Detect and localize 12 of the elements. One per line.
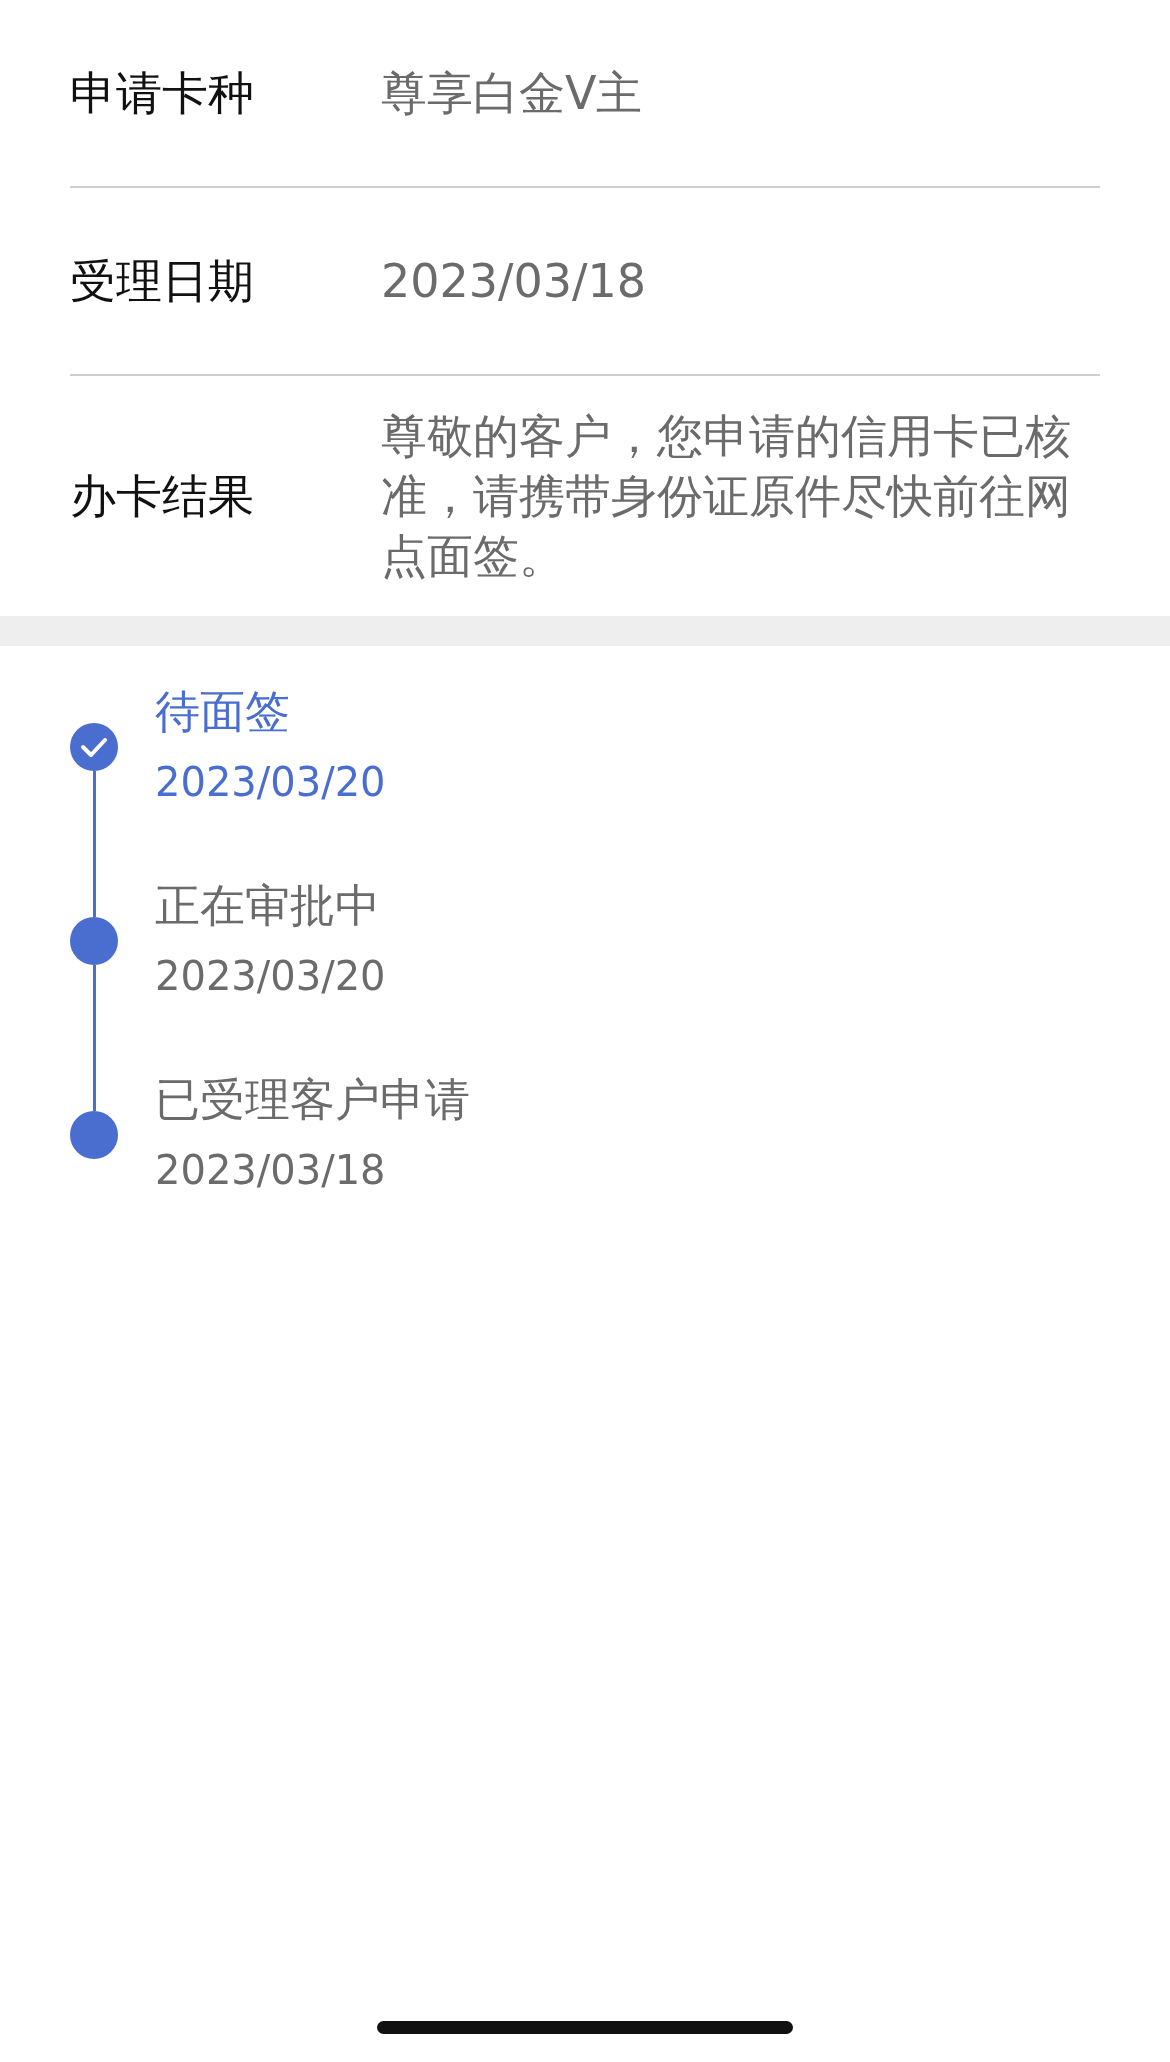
field-value: 尊敬的客户，您申请的信用卡已核准，请携带身份证原件尽快前往网点面签。 xyxy=(381,408,1072,585)
field-label: 申请卡种 xyxy=(70,65,255,122)
field-value: 2023/03/18 xyxy=(381,253,647,310)
status-date: 2023/03/20 xyxy=(155,758,386,807)
status-date: 2023/03/20 xyxy=(155,952,386,1001)
status-title: 正在审批中 xyxy=(155,878,381,934)
field-value: 尊享白金V主 xyxy=(381,65,643,122)
status-title: 已受理客户申请 xyxy=(155,1072,470,1128)
status-date: 2023/03/18 xyxy=(155,1146,387,1195)
field-label: 办卡结果 xyxy=(70,468,255,525)
field-label: 受理日期 xyxy=(70,253,255,310)
status-title: 待面签 xyxy=(155,684,291,740)
